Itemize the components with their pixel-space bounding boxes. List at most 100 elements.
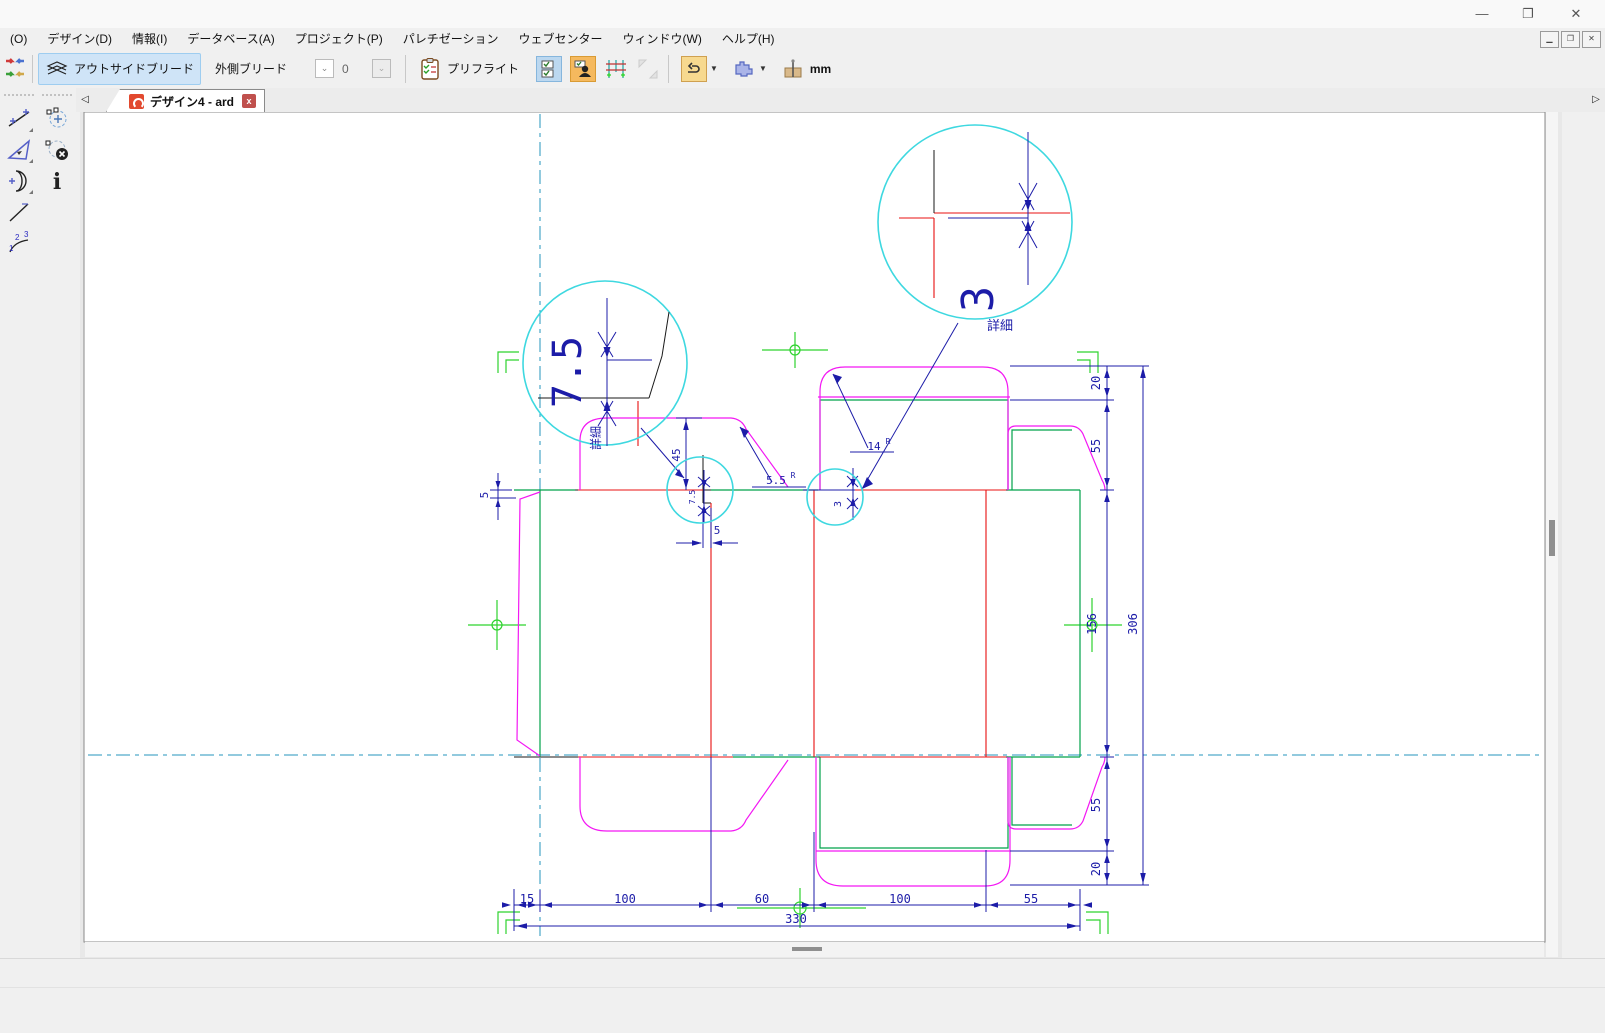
svg-text:1: 1 bbox=[9, 244, 14, 253]
dimension-label: 55 bbox=[1024, 892, 1038, 906]
menu-item-7[interactable]: ウィンドウ(W) bbox=[613, 28, 712, 49]
dimension-label: 55 bbox=[1089, 798, 1103, 812]
horizontal-scrollbar-thumb[interactable] bbox=[792, 947, 822, 951]
outside-bleed-label: アウトサイドブリード bbox=[74, 60, 194, 77]
direction-tool-button[interactable]: ▼ bbox=[674, 53, 725, 85]
dimension-label: 45 bbox=[670, 448, 683, 461]
combo-check-icon[interactable]: ⌄ bbox=[315, 59, 334, 78]
mdi-minimize-button[interactable]: ▁ bbox=[1540, 31, 1559, 48]
dimension-label: 7.5 bbox=[688, 490, 697, 505]
menu-bar: (O)デザイン(D)情報(I)データベース(A)プロジェクト(P)パレチゼーショ… bbox=[0, 28, 1605, 49]
menu-item-6[interactable]: ウェブセンター bbox=[509, 28, 613, 49]
detail-circle-delete-tool[interactable] bbox=[41, 135, 73, 165]
outer-bleed-label: 外側ブリード bbox=[215, 60, 287, 77]
main-toolbar: アウトサイドブリード 外側ブリード ⌄ 0 ⌄ プリフライト bbox=[0, 49, 1605, 89]
status-bar bbox=[0, 958, 1605, 1033]
dimension-label: R bbox=[886, 437, 891, 446]
menu-item-5[interactable]: パレチゼーション bbox=[393, 28, 509, 49]
detail-circle-add-tool[interactable] bbox=[41, 104, 73, 134]
tab-scroll-right-icon[interactable]: ▷ bbox=[1589, 92, 1603, 108]
menu-item-1[interactable]: デザイン(D) bbox=[37, 28, 122, 49]
tab-close-button[interactable]: x bbox=[242, 94, 256, 108]
arc-tool[interactable] bbox=[3, 166, 35, 196]
flyout-indicator bbox=[29, 190, 33, 194]
status-divider bbox=[0, 987, 1605, 988]
toolbar-separator bbox=[32, 55, 33, 83]
palette-grip[interactable] bbox=[42, 94, 72, 102]
combo-dropdown-icon[interactable]: ⌄ bbox=[372, 59, 391, 78]
units-label: mm bbox=[810, 62, 831, 76]
flyout-indicator bbox=[29, 128, 33, 132]
palette-column-1: 1 2 3 bbox=[1, 94, 37, 259]
dimension-label: 100 bbox=[614, 892, 636, 906]
dimension-label: 14 bbox=[867, 440, 881, 453]
layers-icon bbox=[45, 57, 69, 81]
menu-item-3[interactable]: データベース(A) bbox=[177, 28, 284, 49]
window-restore-button[interactable]: ❐ bbox=[1513, 3, 1543, 25]
contour-tool-button[interactable]: ▼ bbox=[725, 53, 774, 85]
adjust-line-tool[interactable] bbox=[3, 104, 35, 134]
dropdown-caret-icon[interactable]: ▼ bbox=[710, 64, 718, 73]
dimension-label: 詳細 bbox=[987, 318, 1013, 334]
outside-bleed-button[interactable]: アウトサイドブリード bbox=[38, 53, 201, 85]
svg-text:i: i bbox=[53, 169, 61, 194]
fit-arrows-icon bbox=[636, 57, 660, 81]
dimension-label: 306 bbox=[1126, 613, 1140, 635]
menu-item-4[interactable]: プロジェクト(P) bbox=[285, 28, 393, 49]
dimension-label: 5.5 bbox=[766, 474, 786, 487]
line-tool[interactable] bbox=[3, 197, 35, 227]
mdi-window-controls: ▁ ❐ ✕ bbox=[1538, 31, 1601, 48]
preflight-clipboard-icon bbox=[418, 57, 442, 81]
menu-item-0[interactable]: (O) bbox=[0, 30, 37, 48]
checklist-user-icon[interactable] bbox=[570, 56, 596, 82]
menu-item-2[interactable]: 情報(I) bbox=[122, 28, 177, 49]
preflight-button[interactable]: プリフライト bbox=[411, 53, 526, 85]
dimension-label: 156 bbox=[1085, 613, 1099, 635]
dimension-label: 330 bbox=[785, 912, 807, 926]
tool-palette: 1 2 3 i bbox=[0, 88, 76, 958]
select-area-tool[interactable] bbox=[3, 135, 35, 165]
palette-grip[interactable] bbox=[4, 94, 34, 102]
dropdown-caret-icon[interactable]: ▼ bbox=[759, 64, 767, 73]
svg-text:3: 3 bbox=[24, 230, 29, 239]
checklist-icon[interactable] bbox=[536, 56, 562, 82]
dimension-label: 5 bbox=[714, 524, 721, 537]
direction-arrow-icon bbox=[681, 56, 707, 82]
dimension-label: 7.5 bbox=[545, 336, 591, 408]
mdi-close-button[interactable]: ✕ bbox=[1582, 31, 1601, 48]
dieline-drawing[interactable]: 1510060100553302055156552030654555.5R14R… bbox=[76, 112, 1605, 958]
window-close-button[interactable]: ✕ bbox=[1561, 3, 1591, 25]
bleed-value[interactable]: 0 bbox=[334, 62, 372, 76]
toolbar-separator bbox=[668, 55, 669, 83]
mdi-restore-button[interactable]: ❐ bbox=[1561, 31, 1580, 48]
drawing-canvas-zone[interactable]: 1510060100553302055156552030654555.5R14R… bbox=[76, 112, 1605, 958]
dimension-label: 5 bbox=[478, 492, 491, 499]
preflight-label: プリフライト bbox=[447, 60, 519, 77]
window-minimize-button[interactable]: — bbox=[1467, 3, 1497, 25]
sequence-tool[interactable]: 1 2 3 bbox=[3, 228, 35, 258]
tab-design4[interactable]: デザイン4 - ard x bbox=[106, 89, 265, 112]
dimension-label: 詳細 bbox=[588, 426, 603, 450]
contour-shape-icon bbox=[732, 57, 756, 81]
palette-column-2: i bbox=[39, 94, 75, 197]
document-tab-bar: ◁ デザイン4 - ard x ▷ bbox=[76, 88, 1605, 112]
menu-item-8[interactable]: ヘルプ(H) bbox=[712, 28, 785, 49]
dimension-label: R bbox=[791, 471, 796, 480]
vertical-scrollbar-thumb[interactable] bbox=[1549, 520, 1555, 556]
bleed-value-combo[interactable]: ⌄ 0 ⌄ bbox=[315, 59, 391, 78]
dimension-label: 100 bbox=[889, 892, 911, 906]
title-bar: — ❐ ✕ bbox=[0, 0, 1605, 29]
dimension-label: 20 bbox=[1089, 376, 1103, 390]
units-tool-button[interactable]: mm bbox=[774, 53, 838, 85]
dimension-label: 60 bbox=[755, 892, 769, 906]
tab-scroll-left-icon[interactable]: ◁ bbox=[78, 92, 92, 108]
ruler-pin-icon bbox=[781, 57, 805, 81]
dimension-label: 3 bbox=[833, 501, 844, 507]
svg-text:2: 2 bbox=[15, 233, 20, 242]
dimension-label: 3 bbox=[953, 286, 1004, 313]
dimension-label: 55 bbox=[1089, 439, 1103, 453]
arrange-arrows-icon[interactable] bbox=[3, 57, 27, 81]
info-tool[interactable]: i bbox=[41, 166, 73, 196]
document-icon bbox=[129, 94, 144, 109]
layout-grid-icon[interactable] bbox=[604, 57, 628, 81]
